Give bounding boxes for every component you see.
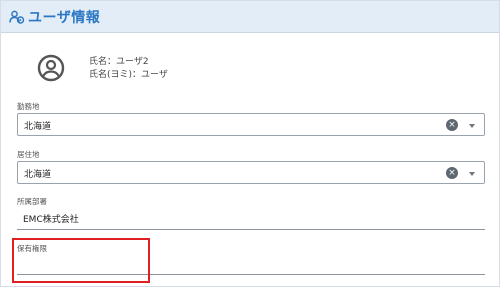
- department-value: EMC株式会社: [23, 215, 79, 225]
- department-underline: [17, 229, 485, 230]
- clear-icon[interactable]: ×: [446, 119, 458, 131]
- user-info-panel: ユーザ情報 氏名：ユーザ2 氏名(ヨミ)：ユーザ 勤務地 北海道 × 居住地 北…: [0, 0, 500, 287]
- workplace-label: 勤務地: [17, 102, 40, 111]
- user-name: 氏名：ユーザ2: [89, 57, 149, 67]
- panel-title: ユーザ情報: [28, 9, 101, 26]
- user-name-kana: 氏名(ヨミ)：ユーザ: [89, 70, 168, 80]
- workplace-select[interactable]: 北海道 ×: [17, 113, 485, 136]
- chevron-down-icon[interactable]: [469, 172, 475, 176]
- workplace-value: 北海道: [24, 122, 52, 132]
- panel-header: ユーザ情報: [1, 1, 499, 33]
- chevron-down-icon[interactable]: [469, 124, 475, 128]
- user-group-icon: [9, 9, 25, 25]
- clear-icon[interactable]: ×: [446, 167, 458, 179]
- residence-label: 居住地: [17, 150, 40, 159]
- user-circle-icon: [37, 54, 65, 82]
- residence-select[interactable]: 北海道 ×: [17, 161, 485, 184]
- department-label: 所属部署: [17, 197, 47, 206]
- user-summary: 氏名：ユーザ2 氏名(ヨミ)：ユーザ: [37, 53, 337, 87]
- residence-value: 北海道: [24, 170, 52, 180]
- highlight-box: [12, 238, 150, 283]
